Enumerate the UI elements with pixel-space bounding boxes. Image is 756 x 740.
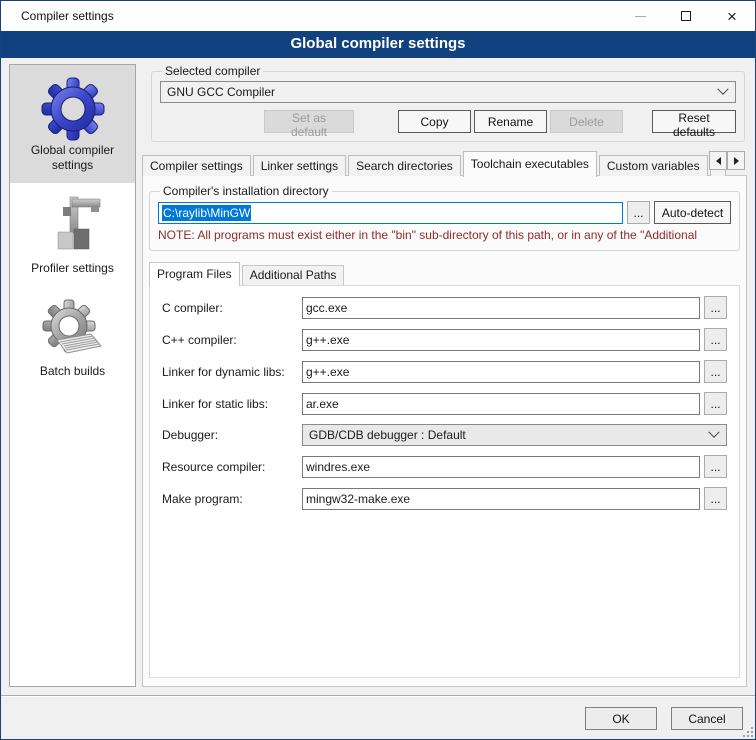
window-controls: × <box>617 1 755 31</box>
page-title: Global compiler settings <box>1 31 755 58</box>
sidebar-item-global-compiler-settings[interactable]: Global compiler settings <box>10 65 135 183</box>
tab-linker-settings[interactable]: Linker settings <box>253 155 346 176</box>
field-label: C++ compiler: <box>162 333 302 347</box>
close-button[interactable]: × <box>709 1 755 31</box>
auto-detect-button[interactable]: Auto-detect <box>654 201 731 224</box>
close-icon: × <box>727 8 737 25</box>
make-program-input[interactable]: mingw32-make.exe <box>302 488 700 510</box>
tab-compiler-settings[interactable]: Compiler settings <box>142 155 251 176</box>
copy-button[interactable]: Copy <box>398 110 471 133</box>
subtab-additional-paths[interactable]: Additional Paths <box>242 265 345 285</box>
resource-compiler-browse-button[interactable]: ... <box>704 455 727 478</box>
install-dir-group: Compiler's installation directory C:\ray… <box>149 184 740 251</box>
sidebar-item-profiler-settings[interactable]: Profiler settings <box>10 183 135 286</box>
field-value: windres.exe <box>306 460 370 474</box>
linker-static-browse-button[interactable]: ... <box>704 392 727 415</box>
field-value: g++.exe <box>306 365 349 379</box>
tab-scroll-left-button[interactable] <box>709 151 727 170</box>
arrow-left-icon <box>716 157 721 165</box>
field-row-cpp-compiler: C++ compiler: g++.exe ... <box>162 328 727 351</box>
cpp-compiler-input[interactable]: g++.exe <box>302 329 700 351</box>
field-label: Make program: <box>162 492 302 506</box>
settings-main-panel: Selected compiler GNU GCC Compiler Set a… <box>142 64 747 687</box>
settings-category-sidebar: Global compiler settings Profiler settin… <box>9 64 136 687</box>
tab-search-directories[interactable]: Search directories <box>348 155 461 176</box>
field-row-resource-compiler: Resource compiler: windres.exe ... <box>162 455 727 478</box>
sidebar-item-batch-builds[interactable]: Batch builds <box>10 286 135 389</box>
install-dir-input[interactable]: C:\raylib\MinGW <box>158 202 623 224</box>
maximize-button[interactable] <box>663 1 709 31</box>
tab-toolchain-executables[interactable]: Toolchain executables <box>463 151 597 177</box>
set-as-default-button[interactable]: Set as default <box>264 110 354 133</box>
chevron-down-icon <box>708 427 719 438</box>
compiler-actions-row: Set as default Copy Rename Delete Reset … <box>160 110 736 133</box>
sidebar-item-label: Global compiler settings <box>12 143 133 173</box>
cancel-button[interactable]: Cancel <box>671 707 743 730</box>
gear-stack-icon <box>41 298 105 362</box>
minimize-button[interactable] <box>617 1 663 31</box>
field-label: Resource compiler: <box>162 460 302 474</box>
footer-separator <box>1 695 755 697</box>
delete-button[interactable]: Delete <box>550 110 623 133</box>
field-value: gcc.exe <box>306 301 347 315</box>
field-row-debugger: Debugger: GDB/CDB debugger : Default <box>162 424 727 446</box>
tab-scroll-right-button[interactable] <box>727 151 745 170</box>
toolchain-executables-page: Compiler's installation directory C:\ray… <box>142 175 747 687</box>
c-compiler-input[interactable]: gcc.exe <box>302 297 700 319</box>
install-dir-browse-button[interactable]: ... <box>627 201 650 224</box>
arrow-right-icon <box>734 157 739 165</box>
minimize-icon <box>635 16 646 17</box>
resize-grip[interactable] <box>743 727 753 737</box>
compiler-settings-tabstrip: Compiler settings Linker settings Search… <box>142 150 747 176</box>
field-label: Debugger: <box>162 428 302 442</box>
rename-button[interactable]: Rename <box>474 110 547 133</box>
sidebar-item-label: Profiler settings <box>12 261 133 276</box>
selected-compiler-value: GNU GCC Compiler <box>167 85 719 99</box>
window-title: Compiler settings <box>1 9 114 23</box>
blue-gear-icon <box>41 77 105 141</box>
program-files-panel: C compiler: gcc.exe ... C++ compiler: g+… <box>149 285 740 678</box>
sidebar-item-label: Batch builds <box>12 364 133 379</box>
field-label: C compiler: <box>162 301 302 315</box>
field-value: ar.exe <box>306 397 339 411</box>
resource-compiler-input[interactable]: windres.exe <box>302 456 700 478</box>
field-value: g++.exe <box>306 333 349 347</box>
make-program-browse-button[interactable]: ... <box>704 487 727 510</box>
linker-dynamic-input[interactable]: g++.exe <box>302 361 700 383</box>
compiler-settings-window: Compiler settings × Global compiler sett… <box>0 0 756 740</box>
field-label: Linker for static libs: <box>162 397 302 411</box>
subtab-program-files[interactable]: Program Files <box>149 262 240 286</box>
toolchain-subtabstrip: Program Files Additional Paths <box>149 261 746 285</box>
linker-dynamic-browse-button[interactable]: ... <box>704 360 727 383</box>
c-compiler-browse-button[interactable]: ... <box>704 296 727 319</box>
install-dir-row: C:\raylib\MinGW ... Auto-detect <box>158 201 731 224</box>
caliper-icon <box>41 195 105 259</box>
reset-defaults-button[interactable]: Reset defaults <box>652 110 736 133</box>
selected-compiler-combobox[interactable]: GNU GCC Compiler <box>160 81 736 103</box>
install-dir-group-label: Compiler's installation directory <box>160 184 332 198</box>
linker-static-input[interactable]: ar.exe <box>302 393 700 415</box>
field-value: mingw32-make.exe <box>306 492 410 506</box>
dialog-footer: OK Cancel <box>585 707 743 730</box>
tab-custom-variables[interactable]: Custom variables <box>599 155 708 176</box>
field-row-linker-dynamic: Linker for dynamic libs: g++.exe ... <box>162 360 727 383</box>
selected-compiler-group: Selected compiler GNU GCC Compiler Set a… <box>151 64 745 142</box>
maximize-icon <box>681 11 691 21</box>
cpp-compiler-browse-button[interactable]: ... <box>704 328 727 351</box>
debugger-combobox[interactable]: GDB/CDB debugger : Default <box>302 424 727 446</box>
field-row-linker-static: Linker for static libs: ar.exe ... <box>162 392 727 415</box>
chevron-down-icon <box>717 84 728 95</box>
install-dir-selected-text: C:\raylib\MinGW <box>162 205 251 221</box>
install-dir-note: NOTE: All programs must exist either in … <box>158 228 731 242</box>
debugger-value: GDB/CDB debugger : Default <box>309 428 710 442</box>
field-row-make-program: Make program: mingw32-make.exe ... <box>162 487 727 510</box>
selected-compiler-group-label: Selected compiler <box>162 64 263 78</box>
ok-button[interactable]: OK <box>585 707 657 730</box>
title-bar: Compiler settings × <box>1 1 755 31</box>
field-row-c-compiler: C compiler: gcc.exe ... <box>162 296 727 319</box>
tab-scroll-buttons <box>709 151 745 170</box>
field-label: Linker for dynamic libs: <box>162 365 302 379</box>
dialog-content: Global compiler settings Profiler settin… <box>1 58 755 695</box>
